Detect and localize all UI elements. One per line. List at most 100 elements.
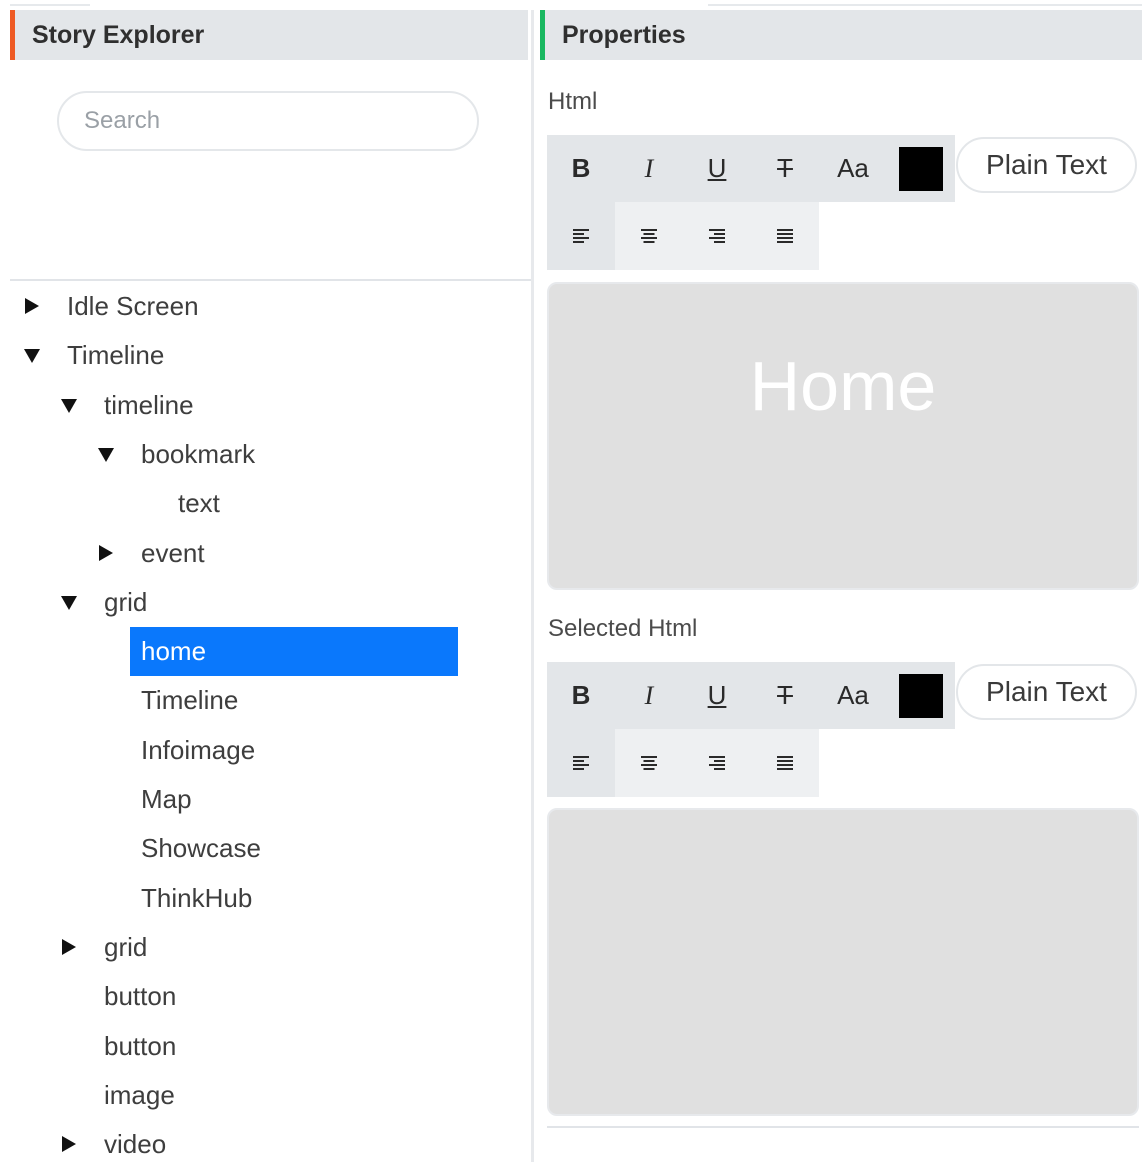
top-divider [10,4,90,6]
tree-item-label: image [104,1079,175,1110]
search-input[interactable] [82,106,446,136]
text-color-icon[interactable] [899,147,943,191]
underline-icon: U [707,153,727,183]
tree-item-label: video [104,1129,167,1160]
panel-bottom-divider [547,1126,1139,1128]
story-explorer-title: Story Explorer [32,20,205,49]
strikethrough-icon: T [777,680,793,710]
tree-item-label: timeline [104,389,194,420]
font-size-icon: Aa [837,153,869,183]
tree-item[interactable]: home [0,627,531,677]
align-right-icon [709,756,725,770]
plain-text-button[interactable]: Plain Text [956,137,1137,193]
properties-header: Properties [540,10,1142,60]
caret-right-icon[interactable] [96,543,116,563]
align-left-icon [573,229,589,243]
tree-item[interactable]: grid [0,578,531,627]
tree-item-label: bookmark [141,438,256,469]
caret-down-icon[interactable] [22,345,42,365]
tree-item[interactable]: Timeline [0,676,531,725]
tree-item-label: home [141,636,207,667]
italic-button[interactable]: I [615,662,683,729]
selected-html-label: Selected Html [548,615,698,642]
properties-title: Properties [562,20,686,49]
align-center-button[interactable] [615,729,683,797]
tree-item[interactable]: event [0,529,531,578]
story-explorer-header: Story Explorer [10,10,528,60]
caret-down-icon[interactable] [59,592,79,612]
italic-button[interactable]: I [615,135,683,202]
tree-item-label: Showcase [141,833,261,864]
tree-item-label: Idle Screen [67,291,199,321]
underline-icon: U [707,680,727,710]
align-right-button[interactable] [683,202,751,270]
top-divider [708,4,1142,6]
strikethrough-icon: T [777,153,793,183]
tree-item-label: grid [104,586,148,617]
font-size-button[interactable]: Aa [819,662,887,729]
align-left-button[interactable] [547,202,615,270]
strikethrough-button[interactable]: T [751,135,819,202]
tree-item-label: ThinkHub [141,882,253,913]
caret-down-icon[interactable] [96,444,116,464]
font-size-icon: Aa [837,680,869,710]
bold-button[interactable]: B [547,662,615,729]
search-box[interactable] [57,91,479,151]
panel-splitter[interactable] [531,10,534,1162]
tree-item-label: grid [104,931,148,962]
tree-item[interactable]: text [0,479,531,528]
tree-item-label: button [104,981,177,1012]
tree-item-label: Timeline [67,340,165,371]
plain-text-button[interactable]: Plain Text [956,664,1137,720]
font-size-button[interactable]: Aa [819,135,887,202]
caret-right-icon[interactable] [22,296,42,316]
selected-html-editor[interactable] [547,808,1139,1116]
tree-item-label: text [178,488,220,519]
align-center-icon [641,229,657,243]
tree-item[interactable]: Timeline [0,331,531,380]
header-accent [10,10,15,60]
align-left-button[interactable] [547,729,615,797]
tree-item[interactable]: timeline [0,381,531,430]
bold-button[interactable]: B [547,135,615,202]
italic-icon: I [644,680,654,710]
tree-item-label: Map [141,784,192,814]
align-justify-button[interactable] [751,202,819,270]
bold-icon: B [571,680,591,710]
align-justify-icon [777,756,793,770]
align-left-icon [573,756,589,770]
tree-item-label: Timeline [141,685,239,716]
tree-item[interactable]: button [0,972,531,1021]
align-right-button[interactable] [683,729,751,797]
caret-down-icon[interactable] [59,395,79,415]
tree-divider [10,279,532,281]
tree-item[interactable]: Map [0,775,531,824]
html-editor[interactable]: Home [547,282,1139,590]
tree-item[interactable]: Idle Screen [0,282,531,331]
html-editor-content[interactable]: Home [549,346,1137,426]
strikethrough-button[interactable]: T [751,662,819,729]
align-right-icon [709,229,725,243]
html-label: Html [548,88,598,115]
text-color-icon[interactable] [899,674,943,718]
align-justify-button[interactable] [751,729,819,797]
tree-item[interactable]: image [0,1071,531,1120]
tree-item-label: button [104,1030,177,1061]
align-justify-icon [777,229,793,243]
align-center-button[interactable] [615,202,683,270]
underline-button[interactable]: U [683,135,751,202]
align-center-icon [641,756,657,770]
header-accent [540,10,545,60]
tree-item[interactable]: grid [0,923,531,972]
tree-item[interactable]: button [0,1022,531,1071]
caret-right-icon[interactable] [59,1134,79,1154]
tree-item[interactable]: Showcase [0,824,531,873]
caret-right-icon[interactable] [59,937,79,957]
underline-button[interactable]: U [683,662,751,729]
tree-item-label: event [141,537,205,568]
bold-icon: B [571,153,591,183]
tree-item[interactable]: Infoimage [0,726,531,775]
tree-item[interactable]: ThinkHub [0,874,531,923]
tree-item[interactable]: bookmark [0,430,531,479]
italic-icon: I [644,153,654,183]
